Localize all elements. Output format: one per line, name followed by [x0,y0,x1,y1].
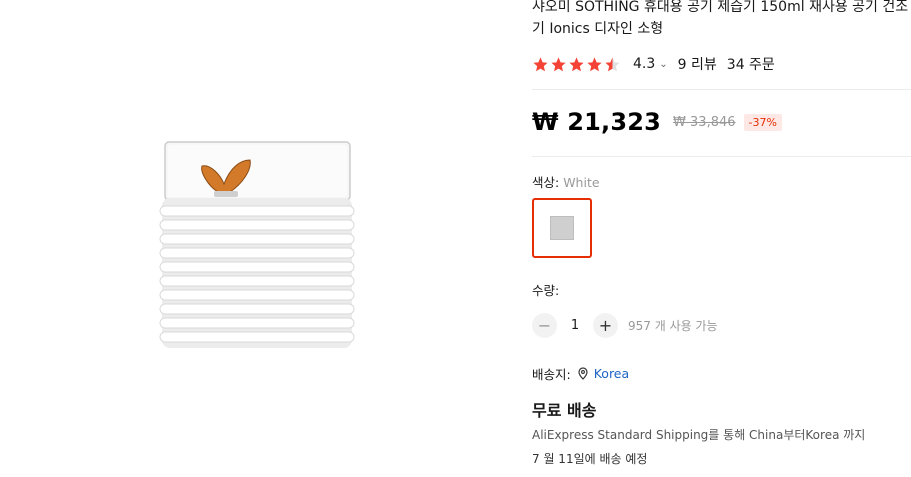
color-swatch-white[interactable] [532,198,592,258]
order-count: 34 주문 [726,57,775,73]
star-icon [587,56,602,71]
location-pin-icon [577,367,589,380]
ship-to-country-link[interactable]: Korea [594,366,629,381]
color-label-text: 색상: [532,175,564,190]
ship-to-label: 배송지: [532,367,571,382]
star-icon [533,56,548,71]
product-image-panel[interactable] [0,0,511,477]
product-info: 샤오미 SOTHING 휴대용 공기 제습기 150ml 재사용 공기 건조기 … [532,0,911,477]
chevron-down-icon[interactable]: ⌄ [659,59,667,70]
swatch-thumbnail [550,216,574,240]
product-image[interactable] [130,136,360,356]
delivery-date: 7 월 11일에 배송 예정 [532,452,648,466]
star-icon [551,56,566,71]
shipping-method: AliExpress Standard Shipping를 통해 China부터… [532,428,866,442]
current-price: ₩ 21,323 [532,108,662,136]
available-stock: 957 개 사용 가능 [628,319,718,333]
quantity-stepper: − 1 + 957 개 사용 가능 [532,313,718,338]
quantity-label: 수량: [532,283,560,298]
product-title: 샤오미 SOTHING 휴대용 공기 제습기 150ml 재사용 공기 건조기 … [532,0,909,37]
divider [532,89,911,90]
color-label: 색상: White [532,172,600,191]
star-icon [569,56,584,71]
rating-row: 4.3 ⌄ 9 리뷰 34 주문 [532,53,775,75]
free-shipping-title: 무료 배송 [532,401,597,420]
color-value: White [563,175,600,190]
rating-value[interactable]: 4.3 [633,56,655,72]
divider [532,156,911,157]
discount-badge: -37% [743,113,782,131]
quantity-input[interactable]: 1 [557,318,593,333]
original-price: ₩ 33,846 [673,114,736,130]
review-count[interactable]: 9 리뷰 [678,54,717,74]
price-row: ₩ 21,323 ₩ 33,846 -37% [532,108,782,136]
decrease-quantity-button[interactable]: − [532,313,557,338]
ship-to-row: 배송지: Korea [532,364,629,383]
half-star-icon [605,56,620,71]
star-rating [532,56,621,73]
increase-quantity-button[interactable]: + [593,313,618,338]
